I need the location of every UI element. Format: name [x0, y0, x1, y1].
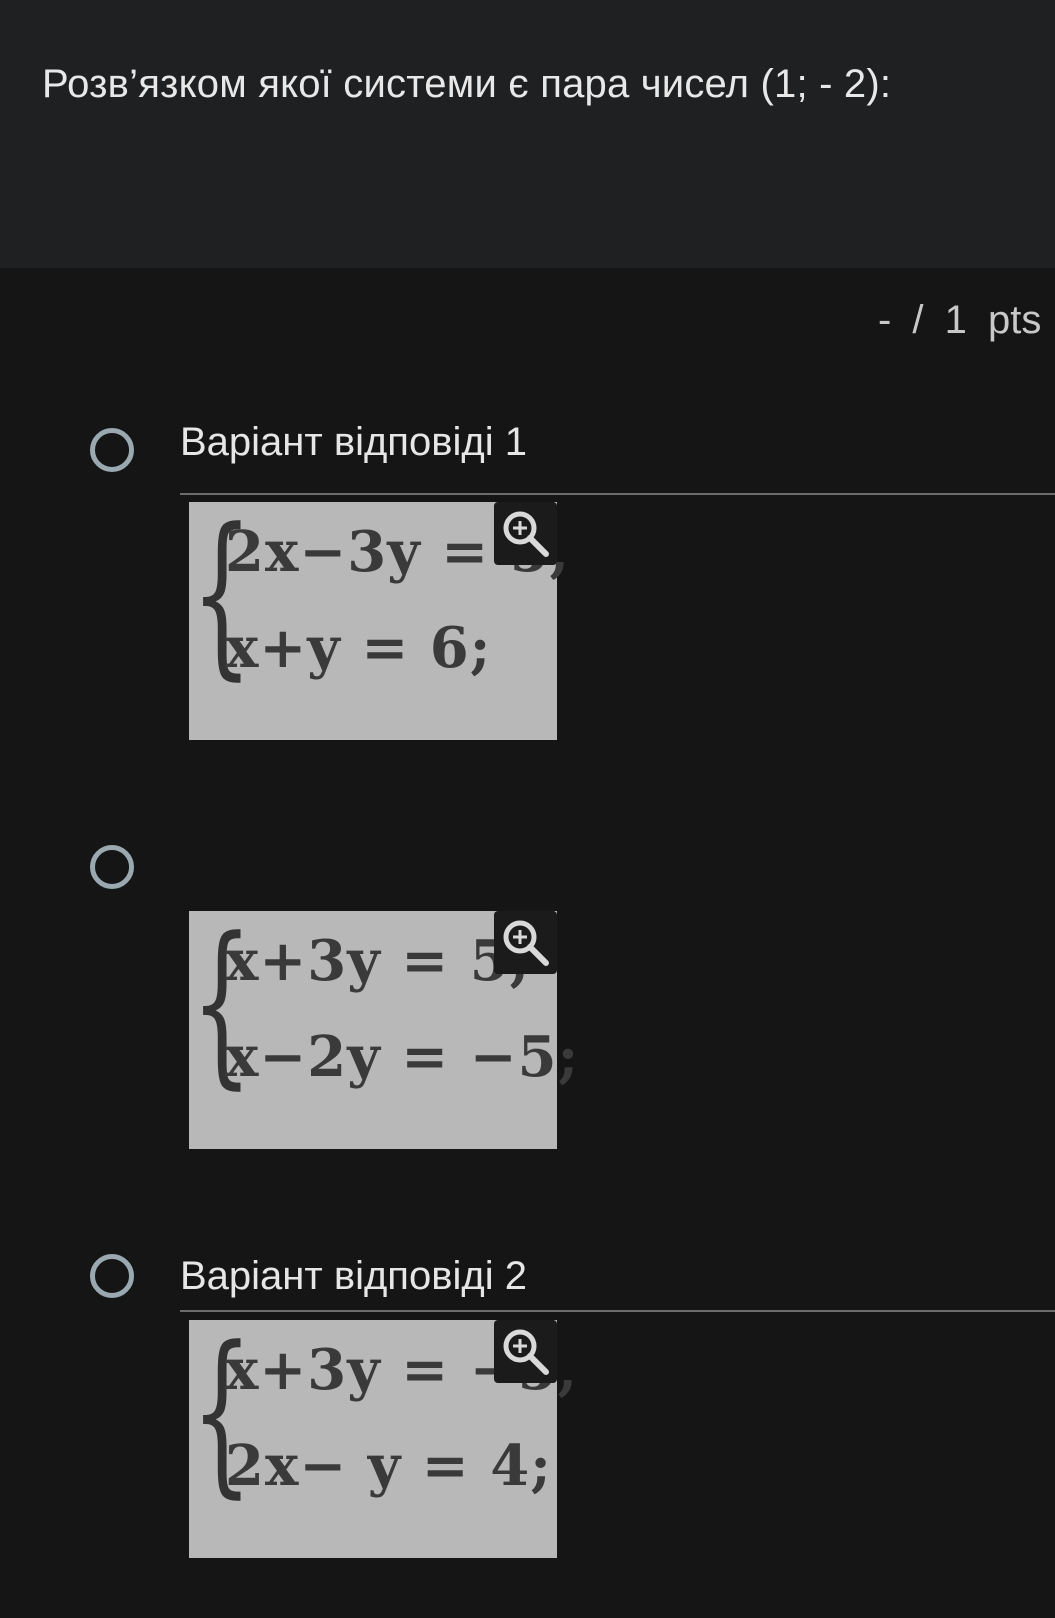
- zoom-button[interactable]: [494, 502, 557, 565]
- option-label: Варіант відповіді 2: [180, 1254, 527, 1298]
- equation-line-1: x+3y = 5,: [225, 928, 531, 994]
- formula-image: { x+3y = −5, 2x− y = 4;: [189, 1320, 577, 1558]
- equation-line-2: x+y = 6;: [225, 615, 492, 681]
- radio-unchecked-icon[interactable]: [90, 428, 134, 472]
- zoom-in-icon: [503, 1329, 549, 1375]
- zoom-button[interactable]: [494, 911, 557, 974]
- question-text: Розв’язком якої системи є пара чисел (1;…: [42, 62, 892, 106]
- equation-line-2: 2x− y = 4;: [225, 1433, 552, 1499]
- zoom-button[interactable]: [494, 1320, 557, 1383]
- zoom-in-icon: [503, 511, 549, 557]
- option-label: Варіант відповіді 1: [180, 420, 527, 464]
- points-indicator: - / 1 pts: [878, 298, 1042, 342]
- option-divider: [180, 493, 1055, 495]
- formula-image: { 2x−3y = 5, x+y = 6;: [189, 502, 569, 740]
- radio-unchecked-icon[interactable]: [90, 1254, 134, 1298]
- option-divider: [180, 1310, 1055, 1312]
- radio-unchecked-icon[interactable]: [90, 845, 134, 889]
- zoom-in-icon: [503, 920, 549, 966]
- formula-image: { x+3y = 5, x−2y = −5;: [189, 911, 578, 1149]
- equation-line-2: x−2y = −5;: [225, 1024, 580, 1090]
- question-header: Розв’язком якої системи є пара чисел (1;…: [0, 0, 1055, 268]
